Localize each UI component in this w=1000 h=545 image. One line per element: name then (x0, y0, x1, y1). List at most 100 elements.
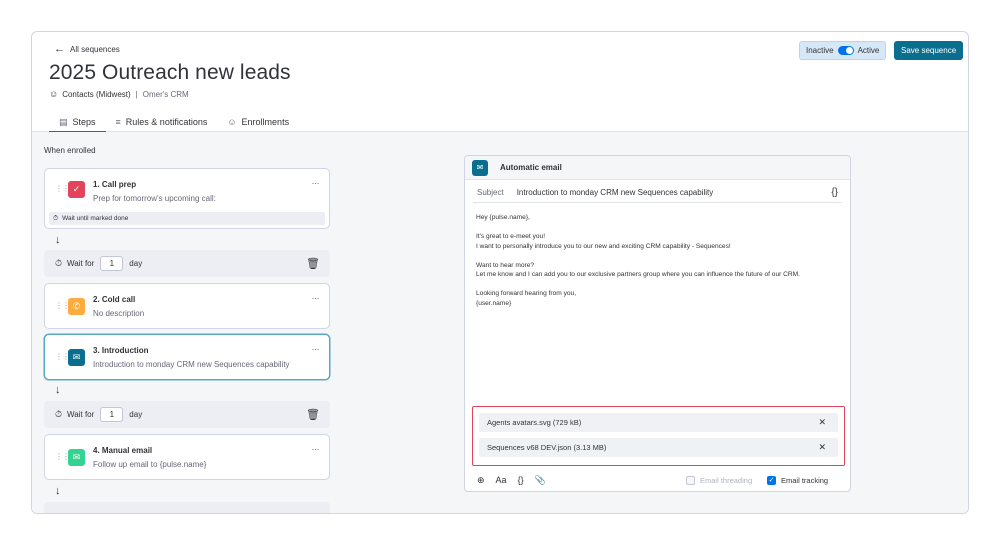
save-sequence-button[interactable]: Save sequence (894, 41, 964, 60)
email-editor-toolbar: ⊕ Aa {} 📎 Email threading ✓ Email tracki… (465, 469, 850, 491)
drag-handle-icon[interactable]: ⋮⋮ (55, 452, 70, 461)
step-title: 3. Introduction (93, 346, 149, 355)
sequence-header: ← All sequences 2025 Outreach new leads … (32, 32, 968, 133)
subject-input[interactable]: Introduction to monday CRM new Sequences… (517, 188, 714, 197)
add-circle-icon[interactable]: ⊕ (477, 475, 485, 486)
meta-separator: | (135, 89, 138, 99)
wait-until-done-note: ⏱ Wait until marked done (49, 212, 325, 225)
drag-handle-icon[interactable]: ⋮⋮ (55, 352, 70, 361)
attachment-item[interactable]: Sequences v68 DEV.json (3.13 MB) ✕ (479, 438, 838, 457)
person-icon: ☺ (227, 117, 237, 127)
contacts-board-link[interactable]: Contacts (Midwest) (62, 90, 130, 99)
arrow-left-icon: ← (54, 43, 65, 55)
step-card-cold-call[interactable]: ⋮⋮ ✆ 2. Cold call No description ··· (44, 283, 330, 329)
stopwatch-icon: ⏱ (55, 258, 63, 268)
wait-step: ⏱ Wait for 1 day 🗑 (44, 250, 330, 277)
step-card-introduction[interactable]: ⋮⋮ ✉ 3. Introduction Introduction to mon… (44, 334, 330, 380)
wait-step: ⏱ Wait for 1 day 🗑 (44, 401, 330, 428)
trash-icon[interactable]: 🗑 (306, 408, 320, 421)
body-line: Looking forward hearing from you, (476, 290, 577, 297)
body-line: Want to hear more? (476, 261, 535, 269)
subject-row: Subject Introduction to monday CRM new S… (473, 183, 842, 203)
body-line: Let me know and I can add you to our exc… (476, 271, 801, 278)
status-active-label: Active (857, 46, 880, 55)
step-description: Follow up email to {pulse.name} (93, 460, 207, 469)
step-description: Prep for tomorrow's upcoming call: (93, 194, 216, 203)
phone-icon: ✆ (68, 298, 85, 315)
more-options-icon[interactable]: ··· (312, 293, 320, 303)
tab-steps[interactable]: ▤ Steps (49, 112, 106, 133)
paperclip-icon[interactable]: 📎 (535, 475, 546, 486)
crm-workspace-label: Omer's CRM (142, 89, 189, 99)
body-line: {user.name} (476, 299, 512, 307)
arrow-down-icon: ↓ (55, 384, 61, 396)
contacts-icon: ☺ (49, 89, 59, 99)
body-blank-line (476, 251, 846, 261)
tab-enrollments[interactable]: ☺ Enrollments (217, 112, 299, 132)
insert-variable-button[interactable]: {} (518, 475, 524, 485)
checkbox-icon: ✓ (68, 181, 85, 198)
step-card-manual-email[interactable]: ⋮⋮ ✉ 4. Manual email Follow up email to … (44, 434, 330, 480)
step-title: 2. Cold call (93, 295, 136, 304)
email-threading-label: Email threading (700, 475, 753, 485)
tab-bar: ▤ Steps ≡ Rules & notifications ☺ Enroll… (49, 112, 299, 133)
drag-handle-icon[interactable]: ⋮⋮ (55, 184, 70, 193)
body-blank-line (476, 223, 846, 233)
envelope-icon: ✉ (68, 449, 85, 466)
wait-step-partial (44, 502, 330, 513)
step-title: 1. Call prep (93, 180, 137, 189)
wait-days-input[interactable]: 1 (100, 256, 124, 271)
trash-icon[interactable]: 🗑 (306, 257, 320, 270)
close-icon[interactable]: ✕ (818, 442, 826, 453)
body-line: It's great to e-meet you! (476, 233, 546, 240)
attachment-item[interactable]: Agents avatars.svg (729 kB) ✕ (479, 413, 838, 432)
wait-unit-label: day (129, 259, 143, 268)
status-inactive-label: Inactive (806, 46, 834, 55)
when-enrolled-label: When enrolled (44, 146, 96, 155)
arrow-down-icon: ↓ (55, 234, 61, 246)
stopwatch-icon: ⏱ (55, 409, 63, 419)
step-editor-area: ✉ Automatic email Subject Introduction t… (344, 132, 968, 513)
step-title: 4. Manual email (93, 446, 153, 455)
arrow-down-icon: ↓ (55, 485, 61, 497)
active-toggle[interactable] (837, 46, 854, 55)
tab-rules-notifications[interactable]: ≡ Rules & notifications (106, 112, 218, 132)
step-description: Introduction to monday CRM new Sequences… (93, 360, 290, 369)
email-tracking-label: Email tracking (781, 475, 829, 485)
email-automation-icon: ✉ (472, 159, 488, 176)
body-line: Hey {pulse.name}, (476, 214, 530, 221)
list-icon: ▤ (59, 116, 68, 127)
more-options-icon[interactable]: ··· (312, 344, 320, 354)
body-blank-line (476, 280, 846, 290)
email-automation-icon: ✉ (68, 349, 85, 366)
steps-panel: When enrolled ⋮⋮ ✓ 1. Call prep Prep for… (32, 132, 344, 513)
sliders-icon: ≡ (115, 117, 121, 127)
email-threading-checkbox[interactable] (686, 475, 695, 485)
attachments-list: Agents avatars.svg (729 kB) ✕ Sequences … (472, 406, 845, 466)
close-icon[interactable]: ✕ (818, 417, 826, 428)
wait-days-input[interactable]: 1 (100, 407, 124, 422)
back-link-label: All sequences (70, 45, 120, 54)
sequence-editor-frame: ← All sequences 2025 Outreach new leads … (31, 31, 969, 514)
wait-unit-label: day (129, 410, 143, 419)
email-editor-header: ✉ Automatic email (465, 156, 850, 180)
step-description: No description (93, 309, 145, 318)
font-format-button[interactable]: Aa (496, 475, 507, 485)
body-line: I want to personally introduce you to ou… (476, 242, 731, 250)
step-card-call-prep[interactable]: ⋮⋮ ✓ 1. Call prep Prep for tomorrow's up… (44, 168, 330, 229)
status-toggle-group: Inactive Active (799, 41, 887, 60)
more-options-icon[interactable]: ··· (312, 178, 320, 188)
insert-variable-icon[interactable]: {} (831, 187, 838, 198)
back-link[interactable]: ← All sequences (54, 44, 120, 55)
wait-for-label: Wait for (67, 410, 95, 419)
email-body-editor[interactable]: Hey {pulse.name}, It's great to e-meet y… (476, 213, 846, 308)
drag-handle-icon[interactable]: ⋮⋮ (55, 301, 70, 310)
subject-label: Subject (477, 188, 504, 197)
email-editor-title: Automatic email (500, 163, 562, 172)
email-tracking-checkbox[interactable]: ✓ (767, 475, 776, 485)
page-title: 2025 Outreach new leads (49, 61, 291, 84)
wait-note-label: Wait until marked done (62, 215, 129, 222)
more-options-icon[interactable]: ··· (312, 444, 320, 454)
tab-rules-label: Rules & notifications (125, 117, 208, 127)
wait-for-label: Wait for (67, 259, 95, 268)
